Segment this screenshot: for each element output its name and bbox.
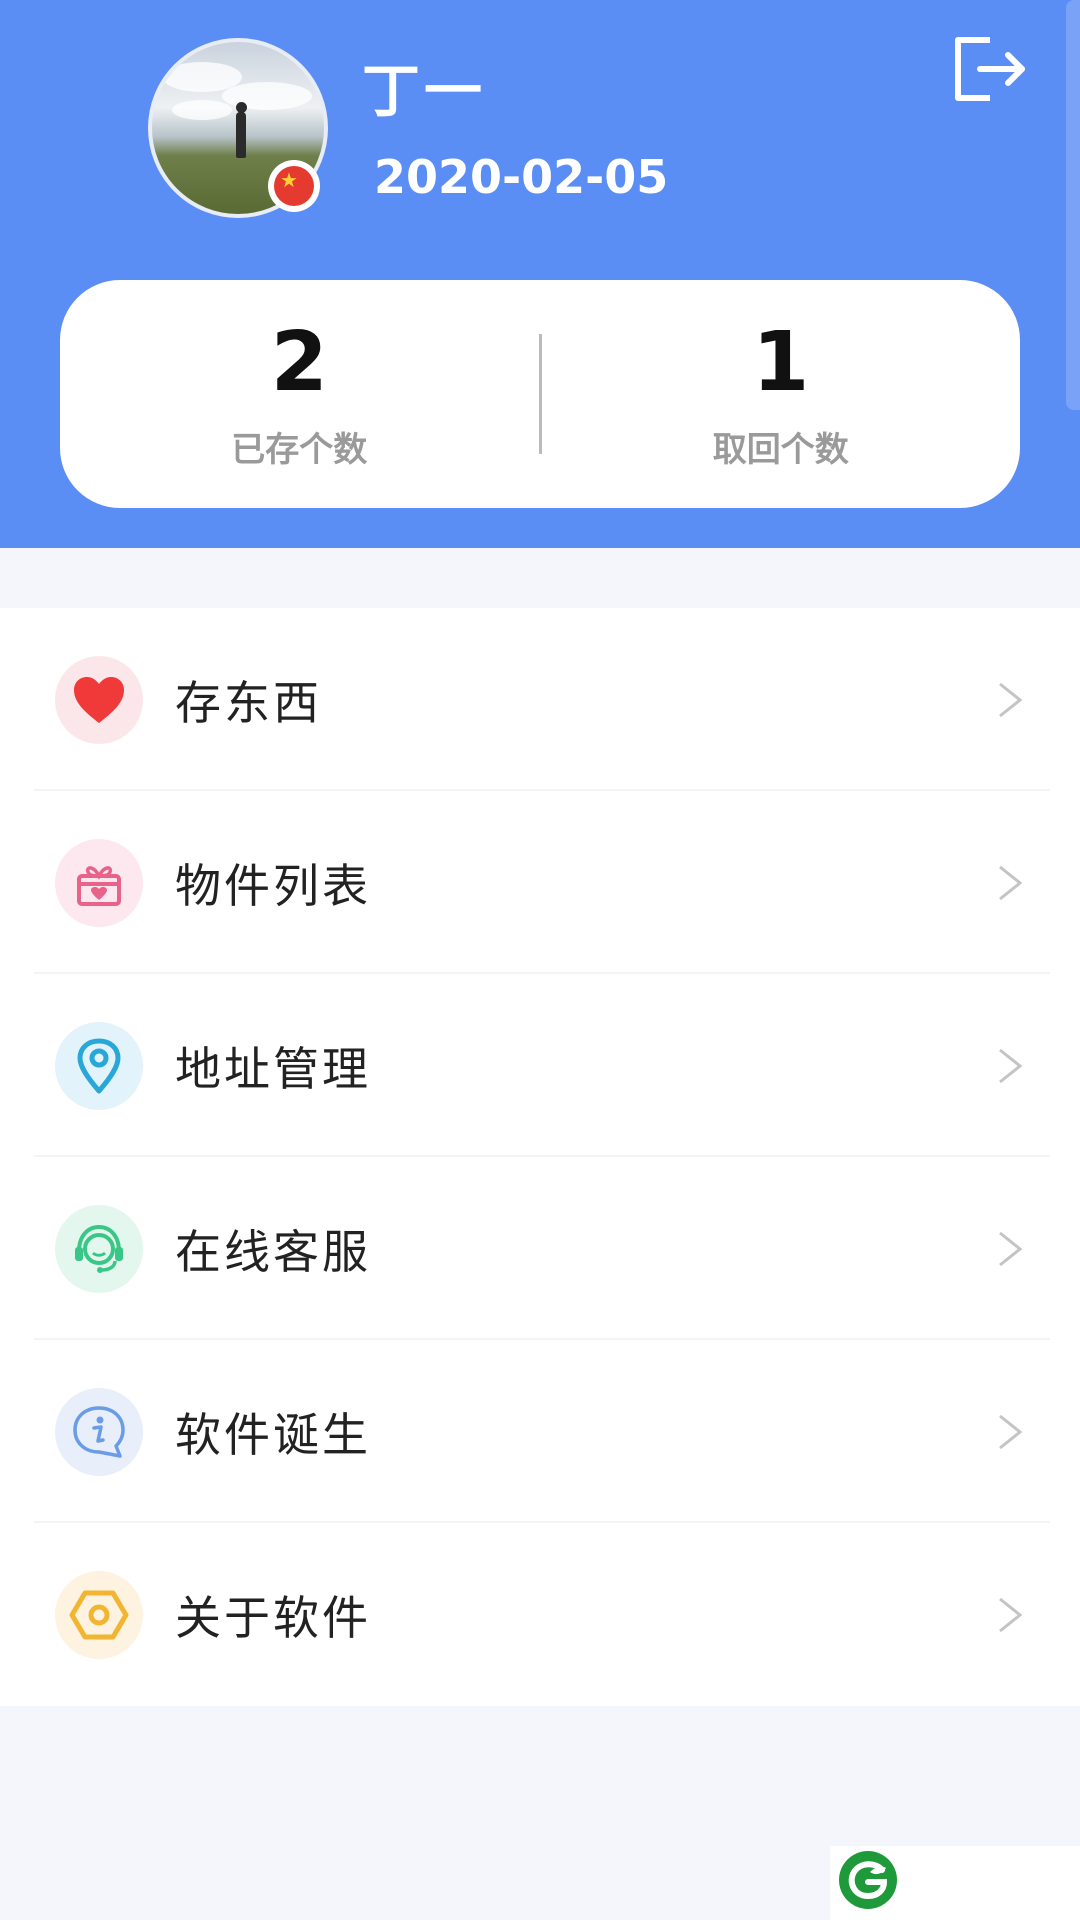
menu-item-label: 地址管理 [175,1041,371,1096]
headset-icon [55,1205,143,1293]
menu-item-store[interactable]: 存东西 [0,608,1080,791]
chevron-right-icon [999,1048,1023,1084]
stored-count-label: 已存个数 [231,429,368,470]
menu-item-label: 关于软件 [175,1590,371,1645]
location-pin-icon [55,1022,143,1110]
scroll-indicator [1066,0,1080,410]
chevron-right-icon [999,865,1023,901]
hexagon-icon [55,1571,143,1659]
menu-item-label: 存东西 [175,675,322,730]
profile-header: ★ 丁一 2020-02-05 2 已存个数 1 取回个数 [0,0,1080,548]
menu-item-label: 物件列表 [175,858,371,913]
logout-icon[interactable] [950,30,1028,108]
watermark-logo-icon [839,1851,897,1909]
chevron-right-icon [999,682,1023,718]
menu-item-label: 软件诞生 [175,1407,371,1462]
info-icon [55,1388,143,1476]
menu-item-customer-service[interactable]: 在线客服 [0,1157,1080,1340]
china-flag-icon: ★ [274,166,314,206]
chevron-right-icon [999,1597,1023,1633]
flag-badge: ★ [268,160,320,212]
chevron-right-icon [999,1231,1023,1267]
menu-item-about[interactable]: 关于软件 [0,1523,1080,1706]
stats-card: 2 已存个数 1 取回个数 [60,280,1020,508]
join-date: 2020-02-05 [374,150,669,204]
menu-item-label: 在线客服 [175,1224,371,1279]
gift-icon [55,839,143,927]
stored-count-stat[interactable]: 2 已存个数 [60,314,539,471]
menu-item-software-origin[interactable]: 软件诞生 [0,1340,1080,1523]
retrieved-count-value: 1 [752,314,810,410]
menu-item-address[interactable]: 地址管理 [0,974,1080,1157]
retrieved-count-label: 取回个数 [712,429,849,470]
user-name: 丁一 [362,57,487,125]
menu-list: 存东西 物件列表 地址管理 在线客服 软件诞生 关于软件 [0,608,1080,1706]
heart-icon [55,656,143,744]
menu-item-item-list[interactable]: 物件列表 [0,791,1080,974]
chevron-right-icon [999,1414,1023,1450]
retrieved-count-stat[interactable]: 1 取回个数 [542,314,1021,471]
stored-count-value: 2 [270,314,328,410]
